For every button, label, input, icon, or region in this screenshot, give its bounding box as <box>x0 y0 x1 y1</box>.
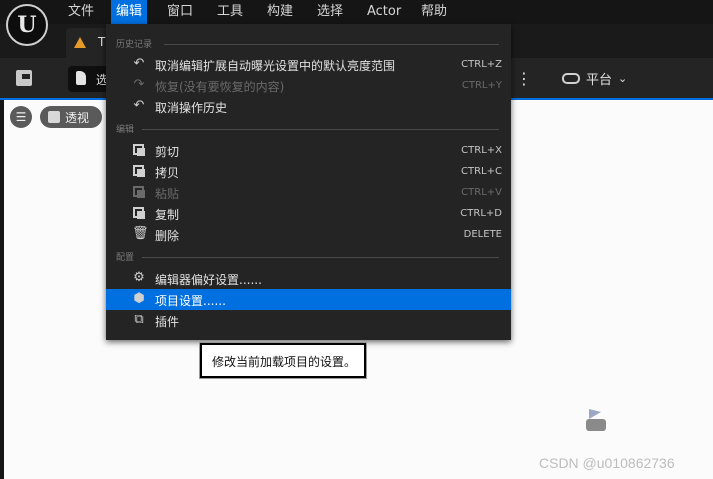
select-mode-button[interactable]: 选 <box>68 66 108 92</box>
section-edit: 编辑 <box>106 122 511 136</box>
menu-help[interactable]: 帮助 <box>416 0 452 24</box>
menu-build[interactable]: 构建 <box>262 0 298 24</box>
menu-item-label: 剪切 <box>155 145 180 159</box>
paste-icon <box>132 185 146 199</box>
menu-item-label: 编辑器偏好设置...... <box>155 273 262 287</box>
redo-icon: ↷ <box>133 77 145 92</box>
menu-actor[interactable]: Actor <box>362 0 406 24</box>
level-icon <box>74 37 86 48</box>
platform-label: 平台 <box>586 72 613 88</box>
menu-file[interactable]: 文件 <box>63 0 99 24</box>
menu-item-label: 取消操作历史 <box>155 101 228 115</box>
menu-item-shortcut: DELETE <box>463 229 502 240</box>
menu-select[interactable]: 选择 <box>312 0 348 24</box>
chevron-down-icon: ⌄ <box>618 71 628 85</box>
menu-item-label: 取消编辑扩展自动曝光设置中的默认亮度范围 <box>155 59 396 73</box>
viewport-menu-icon[interactable]: ☰ <box>10 106 32 128</box>
menu-item-cut[interactable]: 剪切 CTRL+X <box>106 140 511 161</box>
level-tab-label: T <box>98 35 106 49</box>
perspective-button[interactable]: 透视 <box>40 106 102 128</box>
section-config-label: 配置 <box>116 253 135 263</box>
menu-item-redo[interactable]: ↷ 恢复(没有要恢复的内容) CTRL+Y <box>106 75 511 96</box>
watermark-text: CSDN @u010862736 <box>539 455 675 471</box>
save-icon <box>16 70 32 86</box>
menu-item-label: 拷贝 <box>155 166 180 180</box>
cut-icon <box>132 143 146 157</box>
menu-item-label: 复制 <box>155 208 180 222</box>
menu-item-label: 插件 <box>155 315 180 329</box>
section-history: 历史记录 <box>106 37 511 51</box>
menu-item-shortcut: CTRL+X <box>461 145 502 156</box>
menu-item-shortcut: CTRL+Y <box>461 80 502 91</box>
menu-item-shortcut: CTRL+C <box>461 166 502 177</box>
undo-history-icon: ↶ <box>133 98 145 113</box>
undo-icon: ↶ <box>133 56 145 71</box>
copy-icon <box>132 164 146 178</box>
edit-menu-dropdown: 历史记录 ↶ 取消编辑扩展自动曝光设置中的默认亮度范围 CTRL+Z ↷ 恢复(… <box>106 24 511 340</box>
menu-item-label: 项目设置...... <box>155 294 226 308</box>
platform-button[interactable]: 平台 ⌄ <box>562 66 627 90</box>
menu-item-label: 删除 <box>155 229 180 243</box>
menu-edit[interactable]: 编辑 <box>111 0 148 24</box>
gamepad-icon <box>562 72 580 84</box>
section-edit-label: 编辑 <box>116 125 135 135</box>
menu-item-duplicate[interactable]: 复制 CTRL+D <box>106 203 511 224</box>
menu-item-plugins[interactable]: ⧉ 插件 <box>106 310 511 331</box>
project-settings-icon: ⬢ <box>133 291 145 306</box>
select-mode-icon <box>76 71 86 85</box>
menu-item-editor-preferences[interactable]: ⚙ 编辑器偏好设置...... <box>106 268 511 289</box>
menu-item-copy[interactable]: 拷贝 CTRL+C <box>106 161 511 182</box>
menu-item-undo-history[interactable]: ↶ 取消操作历史 <box>106 96 511 117</box>
section-config: 配置 <box>106 250 511 264</box>
menu-window[interactable]: 窗口 <box>162 0 198 24</box>
menu-item-undo[interactable]: ↶ 取消编辑扩展自动曝光设置中的默认亮度范围 CTRL+Z <box>106 54 511 75</box>
sliders-icon: ⚙ <box>133 270 145 285</box>
menu-item-shortcut: CTRL+V <box>461 187 502 198</box>
main-menubar: 文件 编辑 窗口 工具 构建 选择 Actor 帮助 <box>0 0 713 24</box>
menu-item-delete[interactable]: 🗑 删除 DELETE <box>106 224 511 245</box>
menu-item-paste[interactable]: 粘贴 CTRL+V <box>106 182 511 203</box>
save-button[interactable] <box>14 68 36 88</box>
tooltip-text: 修改当前加载项目的设置。 <box>212 355 357 369</box>
unreal-logo-icon[interactable]: U <box>6 4 48 46</box>
menu-item-label: 粘贴 <box>155 187 180 201</box>
menu-item-shortcut: CTRL+Z <box>461 59 502 70</box>
menu-item-label: 恢复(没有要恢复的内容) <box>155 80 285 94</box>
viewport-left-border <box>0 100 4 479</box>
trash-icon: 🗑 <box>132 226 149 241</box>
cube-icon <box>48 111 60 123</box>
plugin-icon: ⧉ <box>134 312 144 327</box>
tooltip-project-settings: 修改当前加载项目的设置。 <box>199 342 367 379</box>
duplicate-icon <box>132 206 146 220</box>
perspective-label: 透视 <box>65 110 90 125</box>
menu-item-project-settings[interactable]: ⬢ 项目设置...... <box>106 289 511 310</box>
menu-item-shortcut: CTRL+D <box>460 208 502 219</box>
more-options-icon[interactable]: ⋮ <box>516 68 532 90</box>
player-start-icon[interactable] <box>586 407 608 431</box>
menu-tools[interactable]: 工具 <box>212 0 248 24</box>
section-history-label: 历史记录 <box>116 40 153 50</box>
